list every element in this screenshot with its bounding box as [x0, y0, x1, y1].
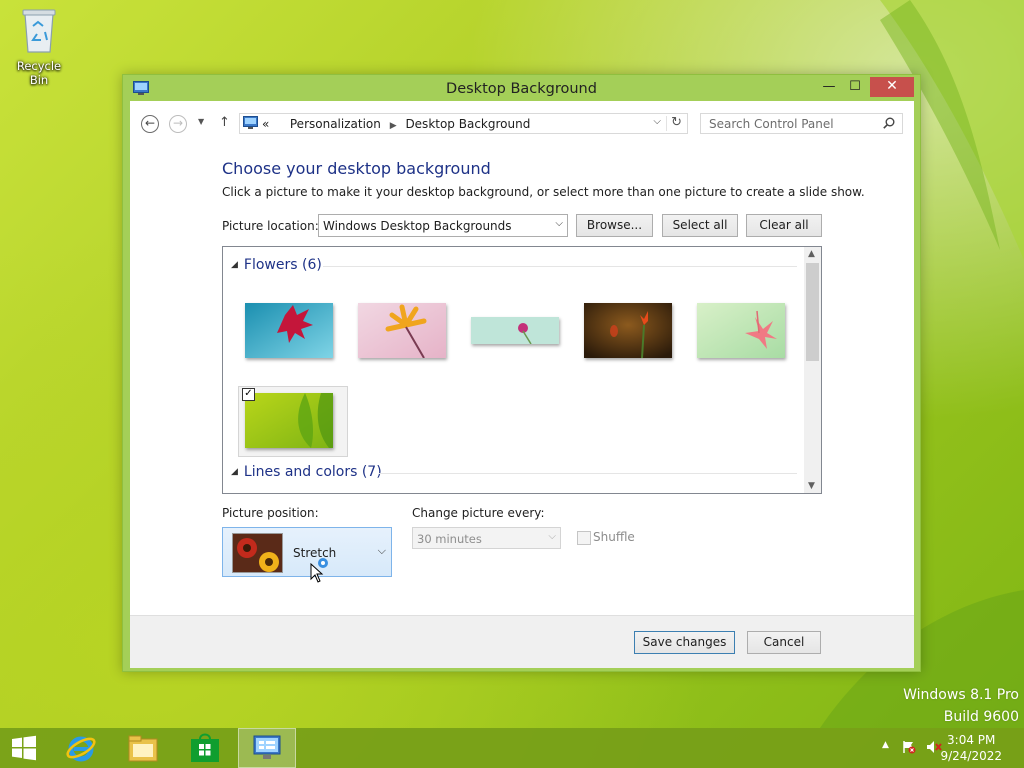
browse-button[interactable]: Browse...: [576, 214, 653, 237]
cancel-button[interactable]: Cancel: [747, 631, 821, 654]
dialog-footer: Save changes Cancel: [130, 615, 914, 668]
picture-location-label: Picture location:: [222, 219, 319, 233]
breadcrumb-separator-icon: [278, 121, 281, 131]
address-divider: [666, 116, 667, 131]
change-picture-interval-dropdown[interactable]: 30 minutes ⌵: [412, 527, 561, 549]
scroll-down-icon[interactable]: ▼: [808, 481, 815, 491]
shuffle-checkbox[interactable]: [577, 531, 591, 545]
clock-date: 9/24/2022: [940, 749, 1002, 763]
recycle-bin-shortcut[interactable]: Recycle Bin: [6, 6, 72, 87]
position-preview-image: [232, 533, 283, 573]
maximize-button[interactable]: ☐: [842, 77, 868, 97]
picture-position-value: Stretch: [293, 546, 337, 560]
chevron-down-icon: ⌵: [548, 531, 556, 542]
minimize-button[interactable]: —: [816, 77, 842, 97]
taskbar-control-panel-active[interactable]: [238, 728, 296, 768]
taskbar-internet-explorer[interactable]: [52, 728, 110, 768]
wallpaper-thumbnail-flower-4[interactable]: [584, 303, 672, 358]
breadcrumb-personalization[interactable]: Personalization: [290, 117, 381, 131]
taskbar-file-explorer[interactable]: [114, 728, 172, 768]
collapse-triangle-icon[interactable]: ◢: [231, 260, 238, 270]
picture-location-dropdown[interactable]: Windows Desktop Backgrounds ⌵: [318, 214, 568, 237]
windows-edition-watermark: Windows 8.1 Pro Build 9600: [903, 684, 1019, 728]
group-divider: [323, 266, 797, 267]
up-button[interactable]: ↑: [219, 115, 230, 130]
control-panel-icon: [253, 735, 281, 759]
page-title: Choose your desktop background: [222, 159, 491, 178]
taskbar-store[interactable]: [176, 728, 234, 768]
breadcrumb-desktop-background[interactable]: Desktop Background: [405, 117, 530, 131]
internet-explorer-icon: [66, 736, 96, 762]
scrollbar-thumb[interactable]: [806, 263, 819, 361]
wallpaper-select-checkbox[interactable]: ✓: [242, 388, 255, 401]
taskbar: ▲ 3:04 PM 9/24/2022: [0, 728, 1024, 768]
refresh-icon[interactable]: ↻: [671, 115, 682, 130]
picture-position-dropdown[interactable]: Stretch ⌵: [222, 527, 392, 577]
wallpaper-thumbnail-leaf[interactable]: [245, 393, 333, 448]
recycle-bin-label: Recycle Bin: [16, 59, 62, 87]
action-center-flag-icon[interactable]: [902, 740, 916, 754]
wallpaper-thumbnail-flower-5[interactable]: [697, 303, 785, 358]
taskbar-clock[interactable]: 3:04 PM 9/24/2022: [940, 732, 1002, 764]
group-divider: [379, 473, 797, 474]
search-box[interactable]: Search Control Panel: [700, 113, 903, 134]
breadcrumb: « Personalization ▶ Desktop Background: [262, 117, 530, 131]
gallery-scrollbar[interactable]: ▲ ▼: [804, 247, 821, 493]
address-bar[interactable]: « Personalization ▶ Desktop Background ⌵…: [239, 113, 688, 134]
change-picture-every-label: Change picture every:: [412, 506, 545, 520]
desktop-background-window: Desktop Background — ☐ ✕ ← → ▼ ↑ « Perso…: [122, 74, 921, 672]
recent-pages-dropdown-icon[interactable]: ▼: [198, 117, 204, 126]
forward-button[interactable]: →: [169, 115, 187, 133]
search-input[interactable]: Search Control Panel: [709, 117, 834, 131]
clear-all-button[interactable]: Clear all: [746, 214, 822, 237]
chevron-down-icon: ⌵: [377, 544, 386, 557]
watermark-build: Build 9600: [943, 709, 1019, 725]
save-changes-button[interactable]: Save changes: [634, 631, 735, 654]
page-description: Click a picture to make it your desktop …: [222, 185, 865, 199]
address-history-chevron-icon[interactable]: ⌵: [653, 116, 661, 127]
recycle-bin-icon: [22, 9, 56, 53]
back-button[interactable]: ←: [141, 115, 159, 133]
group-title: Lines and colors (7): [243, 464, 382, 480]
show-hidden-icons-icon[interactable]: ▲: [882, 740, 889, 750]
wallpaper-thumbnail-flower-2[interactable]: [358, 303, 446, 358]
wallpaper-thumbnail-flower-1[interactable]: [245, 303, 333, 358]
chevron-down-icon: ⌵: [555, 218, 563, 229]
store-icon: [191, 733, 219, 762]
busy-spinner-icon: [318, 558, 328, 568]
breadcrumb-separator-icon: ▶: [389, 121, 397, 131]
scroll-up-icon[interactable]: ▲: [808, 249, 815, 259]
select-all-button[interactable]: Select all: [662, 214, 738, 237]
start-button[interactable]: [0, 728, 48, 768]
group-title: Flowers (6): [243, 257, 322, 273]
shuffle-label: Shuffle: [593, 530, 635, 544]
picture-position-label: Picture position:: [222, 506, 319, 520]
change-interval-value: 30 minutes: [417, 532, 482, 546]
window-title: Desktop Background: [446, 81, 597, 97]
wallpaper-thumbnail-flower-3[interactable]: [471, 317, 559, 344]
search-icon[interactable]: [883, 117, 895, 129]
watermark-edition: Windows 8.1 Pro: [903, 687, 1019, 703]
windows-logo-icon: [12, 735, 36, 761]
wallpaper-gallery[interactable]: ◢ Flowers (6) ✓ ◢ Lines and colors (7) ▲…: [222, 246, 822, 494]
window-client-area: ← → ▼ ↑ « Personalization ▶ Desktop Back…: [130, 101, 914, 668]
close-button[interactable]: ✕: [870, 77, 914, 97]
group-header-lines-and-colors[interactable]: ◢ Lines and colors (7): [231, 464, 382, 480]
collapse-triangle-icon[interactable]: ◢: [231, 467, 238, 477]
picture-location-value: Windows Desktop Backgrounds: [323, 219, 512, 233]
breadcrumb-overflow[interactable]: «: [262, 117, 269, 131]
folder-icon: [128, 735, 158, 762]
group-header-flowers[interactable]: ◢ Flowers (6): [231, 257, 322, 273]
clock-time: 3:04 PM: [947, 733, 996, 747]
control-panel-icon: [243, 116, 258, 129]
